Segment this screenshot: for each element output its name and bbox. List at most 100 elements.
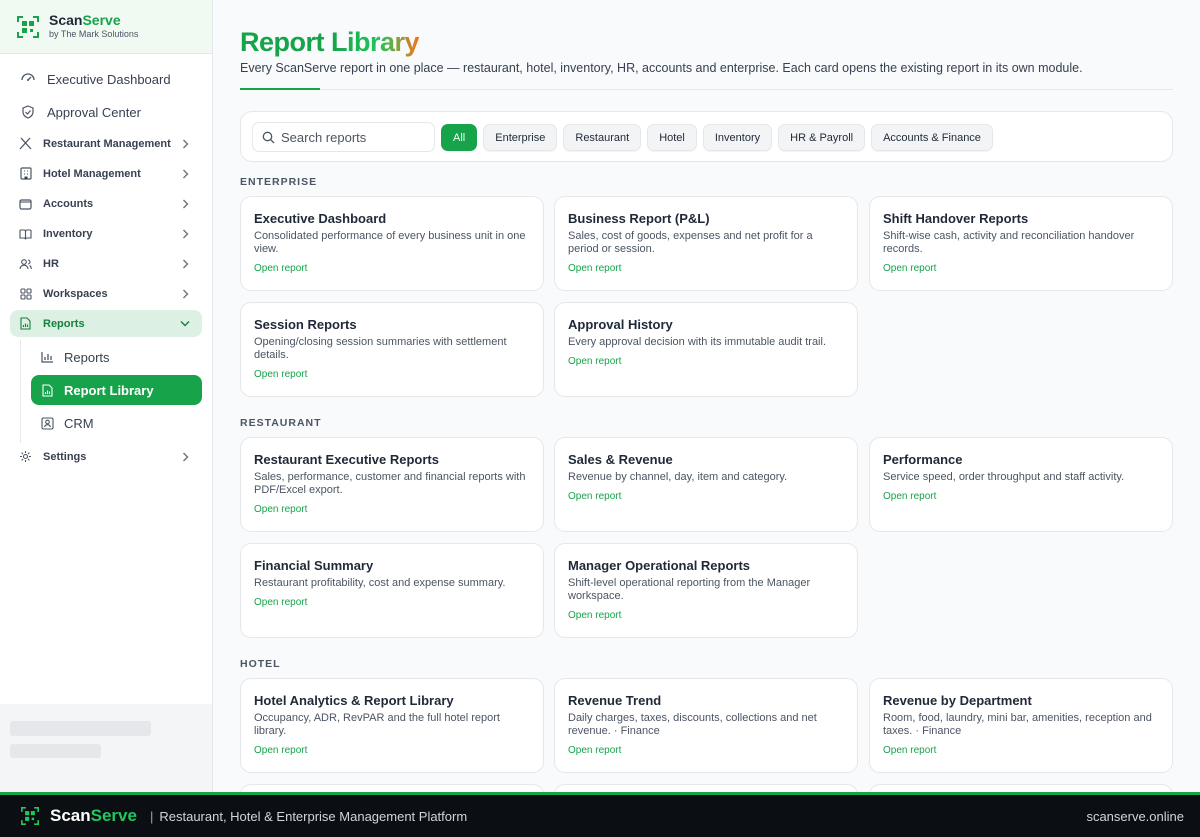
chevron-right-icon (180, 199, 190, 209)
card-title: Restaurant Executive Reports (254, 452, 439, 467)
open-report-link[interactable]: Open report (883, 491, 1159, 503)
document-chart-icon (18, 316, 33, 331)
sidebar-item-workspaces[interactable]: Workspaces (10, 280, 202, 307)
open-report-link[interactable]: Open report (254, 369, 530, 381)
card-title: Approval History (568, 317, 673, 332)
wallet-icon (18, 196, 33, 211)
card-description: Consolidated performance of every busine… (254, 230, 526, 255)
report-card-financial-summary[interactable]: Financial Summary Restaurant profitabili… (240, 543, 544, 638)
filter-chip-all[interactable]: All (441, 124, 478, 151)
sidebar-subitem-reports[interactable]: Reports (31, 342, 202, 372)
open-report-link[interactable]: Open report (568, 356, 844, 368)
section-label-hotel: HOTEL (240, 658, 281, 670)
sidebar-subitem-crm[interactable]: CRM (31, 408, 202, 438)
sidebar-item-inventory[interactable]: Inventory (10, 220, 202, 247)
report-card-partial[interactable] (554, 784, 858, 792)
footer-bar: ScanServe | Restaurant, Hotel & Enterpri… (0, 792, 1200, 837)
sidebar-subitem-report-library[interactable]: Report Library (31, 375, 202, 405)
sidebar-item-label: Inventory (43, 227, 93, 240)
page-title: Report Library (240, 27, 420, 57)
sidebar-item-hotel-management[interactable]: Hotel Management (10, 160, 202, 187)
card-description: Every approval decision with its immutab… (568, 336, 827, 348)
sidebar-subitem-label: Report Library (64, 382, 154, 398)
search-icon (262, 131, 275, 143)
building-icon (18, 166, 33, 181)
open-report-link[interactable]: Open report (254, 745, 530, 757)
document-chart-icon (40, 383, 54, 397)
report-card-restaurant-executive[interactable]: Restaurant Executive Reports Sales, perf… (240, 437, 544, 532)
scanserve-logo-icon (21, 807, 39, 825)
brand-header[interactable]: ScanServe by The Mark Solutions (0, 0, 212, 54)
filter-chip-hotel[interactable]: Hotel (647, 124, 697, 151)
filter-chip-restaurant[interactable]: Restaurant (563, 124, 642, 151)
sidebar: ScanServe by The Mark Solutions Executiv… (0, 0, 213, 792)
sidebar-item-hr[interactable]: HR (10, 250, 202, 277)
footer-url-link[interactable]: scanserve.online (1086, 809, 1184, 824)
report-card-performance[interactable]: Performance Service speed, order through… (869, 437, 1173, 532)
card-title: Manager Operational Reports (568, 558, 751, 573)
sidebar-item-label: Approval Center (47, 104, 141, 120)
filter-chip-accounts-finance[interactable]: Accounts & Finance (871, 124, 993, 151)
header-divider-accent (240, 88, 320, 90)
open-report-link[interactable]: Open report (883, 745, 1159, 757)
sidebar-item-approval-center[interactable]: Approval Center (10, 97, 202, 127)
report-card-session-reports[interactable]: Session Reports Opening/closing session … (240, 302, 544, 397)
gear-icon (18, 449, 33, 464)
sidebar-item-reports[interactable]: Reports (10, 310, 202, 337)
open-report-link[interactable]: Open report (254, 597, 530, 609)
filter-bar: All Enterprise Restaurant Hotel Inventor… (240, 111, 1173, 162)
open-report-link[interactable]: Open report (254, 263, 530, 275)
section-label-restaurant: RESTAURANT (240, 417, 322, 429)
report-card-shift-handover[interactable]: Shift Handover Reports Shift-wise cash, … (869, 196, 1173, 291)
chevron-right-icon (180, 169, 190, 179)
sidebar-item-accounts[interactable]: Accounts (10, 190, 202, 217)
card-description: Opening/closing session summaries with s… (254, 336, 507, 361)
report-card-executive-dashboard[interactable]: Executive Dashboard Consolidated perform… (240, 196, 544, 291)
utensils-icon (18, 136, 33, 151)
report-card-revenue-by-department[interactable]: Revenue by Department Room, food, laundr… (869, 678, 1173, 773)
chevron-right-icon (180, 289, 190, 299)
grid-icon (18, 286, 33, 301)
skeleton-line (10, 721, 151, 736)
header-divider (240, 89, 1173, 90)
card-title: Business Report (P&L) (568, 211, 710, 226)
section-label-enterprise: ENTERPRISE (240, 176, 318, 188)
chevron-right-icon (180, 259, 190, 269)
filter-chip-hr-payroll[interactable]: HR & Payroll (778, 124, 866, 151)
sidebar-item-settings[interactable]: Settings (10, 443, 202, 470)
sidebar-item-label: Executive Dashboard (47, 71, 171, 87)
sidebar-item-label: Restaurant Management (43, 137, 171, 150)
scanserve-logo-icon (17, 15, 39, 38)
filter-chip-inventory[interactable]: Inventory (702, 124, 773, 151)
report-card-approval-history[interactable]: Approval History Every approval decision… (554, 302, 858, 397)
sidebar-item-restaurant-management[interactable]: Restaurant Management (10, 130, 202, 157)
search-box[interactable] (252, 122, 435, 152)
chevron-right-icon (180, 229, 190, 239)
skeleton-line (10, 744, 101, 758)
report-card-business-report[interactable]: Business Report (P&L) Sales, cost of goo… (554, 196, 858, 291)
search-input[interactable] (281, 129, 421, 145)
sidebar-item-executive-dashboard[interactable]: Executive Dashboard (10, 64, 202, 94)
report-card-hotel-analytics[interactable]: Hotel Analytics & Report Library Occupan… (240, 678, 544, 773)
sidebar-item-label: HR (43, 257, 59, 270)
open-report-link[interactable]: Open report (568, 263, 844, 275)
report-card-sales-revenue[interactable]: Sales & Revenue Revenue by channel, day,… (554, 437, 858, 532)
sidebar-subitem-label: Reports (64, 349, 110, 365)
filter-chips: All Enterprise Restaurant Hotel Inventor… (441, 124, 999, 151)
report-card-partial[interactable] (240, 784, 544, 792)
filter-chip-enterprise[interactable]: Enterprise (483, 124, 558, 151)
brand-subtitle: by The Mark Solutions (49, 29, 139, 39)
open-report-link[interactable]: Open report (883, 263, 1159, 275)
open-report-link[interactable]: Open report (568, 745, 844, 757)
brand-name: ScanServe (49, 12, 121, 28)
open-report-link[interactable]: Open report (568, 610, 844, 622)
sidebar-item-label: Reports (43, 317, 85, 330)
report-card-revenue-trend[interactable]: Revenue Trend Daily charges, taxes, disc… (554, 678, 858, 773)
card-description: Room, food, laundry, mini bar, amenities… (883, 712, 1152, 737)
card-title: Executive Dashboard (254, 211, 387, 226)
card-title: Shift Handover Reports (883, 211, 1029, 226)
report-card-partial[interactable] (869, 784, 1173, 792)
report-card-manager-operational[interactable]: Manager Operational Reports Shift-level … (554, 543, 858, 638)
open-report-link[interactable]: Open report (568, 491, 844, 503)
open-report-link[interactable]: Open report (254, 504, 530, 516)
